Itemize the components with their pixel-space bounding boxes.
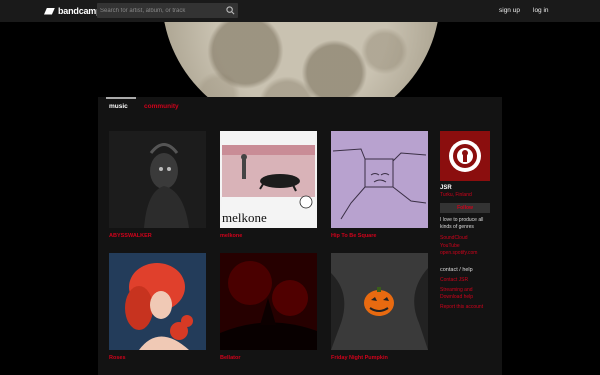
- album-art[interactable]: [331, 131, 428, 228]
- artist-photo[interactable]: [440, 131, 490, 181]
- search-icon[interactable]: [226, 6, 235, 15]
- artist-name[interactable]: JSR: [440, 185, 495, 191]
- release-tile[interactable]: Roses: [109, 253, 206, 361]
- search-box[interactable]: [97, 3, 238, 18]
- follow-button[interactable]: Follow: [440, 203, 490, 213]
- artist-bio: I love to produce all kinds of genres: [440, 217, 484, 230]
- brand-name: bandcamp: [58, 6, 102, 16]
- album-art[interactable]: [220, 253, 317, 350]
- release-title[interactable]: melkone: [220, 233, 317, 239]
- release-title[interactable]: Friday Night Pumpkin: [331, 355, 428, 361]
- search-input[interactable]: [100, 5, 220, 16]
- log-in-link[interactable]: log in: [533, 7, 549, 14]
- moon-image: [162, 22, 440, 97]
- release-title[interactable]: ABYSSWALKER: [109, 233, 206, 239]
- release-title[interactable]: Roses: [109, 355, 206, 361]
- contact-heading: contact / help: [440, 266, 473, 273]
- album-art[interactable]: [109, 253, 206, 350]
- cover-text: melkone: [222, 210, 267, 225]
- album-art[interactable]: [331, 253, 428, 350]
- tab-community[interactable]: community: [144, 103, 179, 110]
- bandcamp-logo-icon: [44, 7, 55, 15]
- top-bar: bandcamp sign up log in: [0, 0, 600, 22]
- tab-music[interactable]: music: [106, 97, 136, 110]
- report-link[interactable]: Report this account: [440, 304, 495, 311]
- artist-location: Turku, Finland: [440, 192, 472, 198]
- soundcloud-link[interactable]: SoundCloud: [440, 235, 495, 242]
- release-tile[interactable]: ABYSSWALKER: [109, 131, 206, 239]
- release-tile[interactable]: melkone melkone: [220, 131, 317, 239]
- contact-link[interactable]: Contact JSR: [440, 277, 495, 284]
- sign-up-link[interactable]: sign up: [499, 7, 520, 14]
- release-tile[interactable]: Friday Night Pumpkin: [331, 253, 428, 361]
- release-tile[interactable]: Hip To Be Square: [331, 131, 428, 239]
- album-art[interactable]: melkone: [220, 131, 317, 228]
- help-link[interactable]: Streaming and Download help: [440, 287, 495, 300]
- artist-sidebar: JSR Turku, Finland Follow I love to prod…: [440, 131, 495, 311]
- bandcamp-logo[interactable]: bandcamp: [44, 6, 102, 16]
- release-title[interactable]: Bellator: [220, 355, 317, 361]
- banner-image: [162, 22, 440, 97]
- release-tile[interactable]: Bellator: [220, 253, 317, 361]
- release-title[interactable]: Hip To Be Square: [331, 233, 428, 239]
- album-art[interactable]: [109, 131, 206, 228]
- spotify-link[interactable]: open.spotify.com: [440, 250, 495, 257]
- youtube-link[interactable]: YouTube: [440, 243, 495, 250]
